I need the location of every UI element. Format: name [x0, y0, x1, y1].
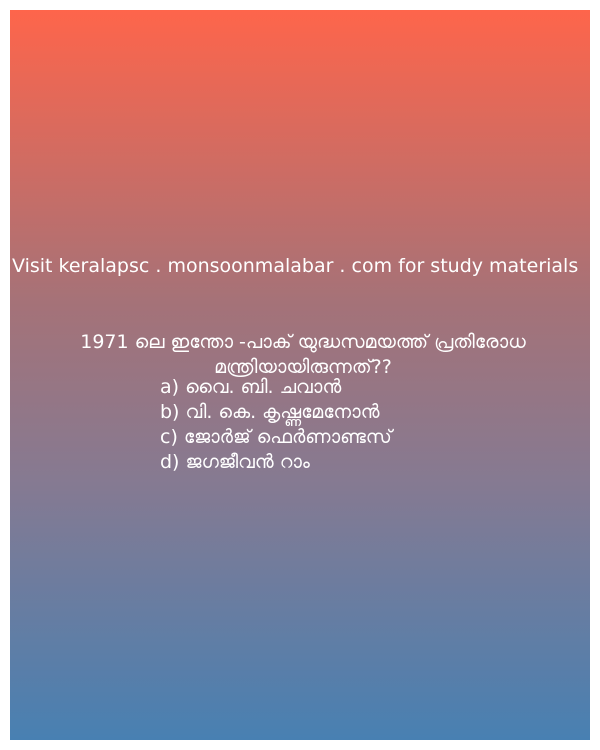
option-c: c) ജോർജ് ഫെർണാണ്ടസ് [160, 426, 392, 448]
quiz-card: Visit keralapsc . monsoonmalabar . com f… [10, 10, 590, 740]
question-text: 1971 ലെ ഇന്തോ -പാക് യുദ്ധസമയത്ത് പ്രതിരോ… [80, 331, 526, 378]
option-b: b) വി. കെ. കൃഷ്ണമേനോൻ [160, 401, 380, 423]
option-a: a) വൈ. ബി. ചവാൻ [160, 376, 342, 398]
site-note: Visit keralapsc . monsoonmalabar . com f… [12, 255, 579, 277]
option-d: d) ജഗജീവൻ റാം [160, 451, 310, 473]
options-list: a) വൈ. ബി. ചവാൻ b) വി. കെ. കൃഷ്ണമേനോൻ c)… [160, 375, 580, 475]
